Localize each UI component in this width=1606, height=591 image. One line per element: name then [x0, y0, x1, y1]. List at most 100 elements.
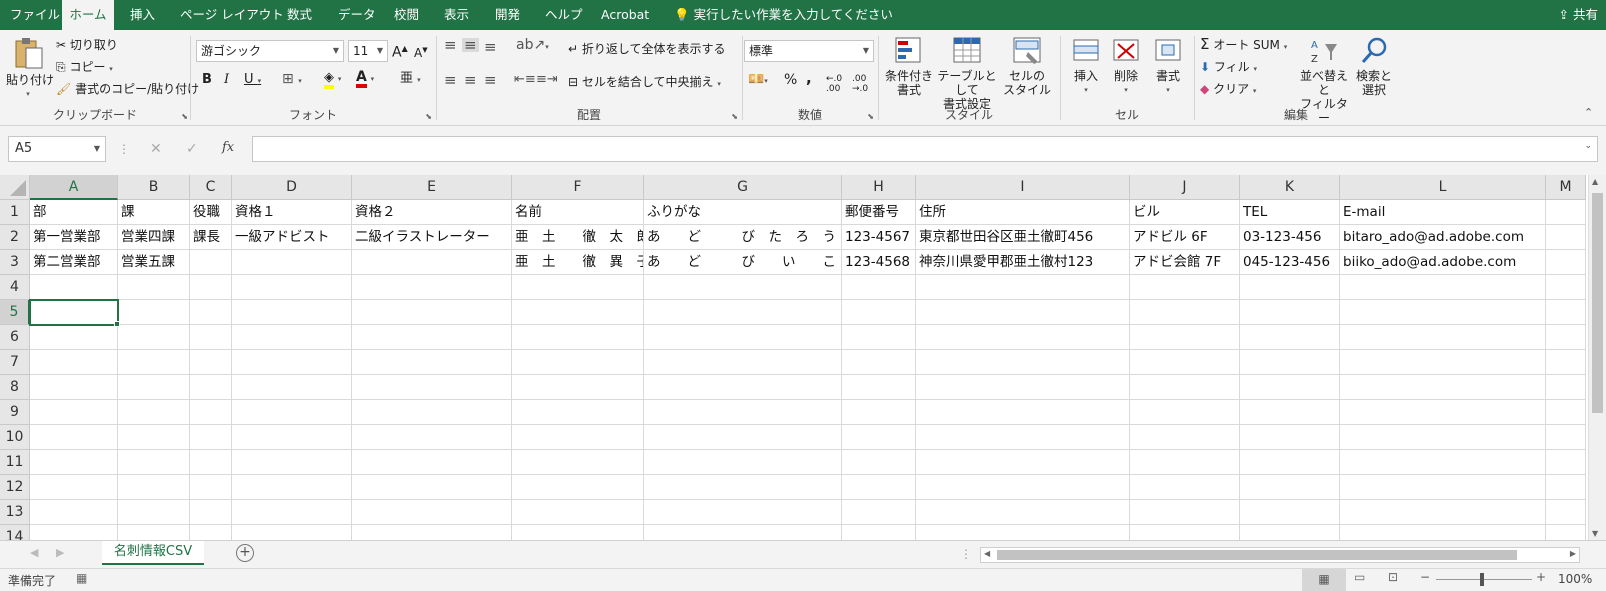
- collapse-ribbon-icon[interactable]: ⌃: [1584, 106, 1593, 120]
- cell-f2[interactable]: 亜 土 徹 太 郎: [512, 225, 644, 250]
- cell-j7[interactable]: [1130, 350, 1240, 375]
- cell-h3[interactable]: 123-4568: [842, 250, 916, 275]
- cell-m6[interactable]: [1546, 325, 1586, 350]
- cell-a10[interactable]: [30, 425, 118, 450]
- cell-e11[interactable]: [352, 450, 512, 475]
- cell-h9[interactable]: [842, 400, 916, 425]
- formula-bar-resize-handle[interactable]: ⋮: [118, 142, 130, 156]
- column-header-a[interactable]: A: [30, 175, 118, 200]
- cell-d4[interactable]: [232, 275, 352, 300]
- cell-a2[interactable]: 第一営業部: [30, 225, 118, 250]
- align-middle-button[interactable]: ≡: [462, 38, 479, 53]
- cell-a9[interactable]: [30, 400, 118, 425]
- format-cells-button[interactable]: 書式 ▾: [1150, 36, 1186, 97]
- cell-c6[interactable]: [190, 325, 232, 350]
- cell-c11[interactable]: [190, 450, 232, 475]
- cell-b1[interactable]: 課: [118, 200, 190, 225]
- insert-function-button[interactable]: fx: [222, 140, 234, 155]
- cell-a12[interactable]: [30, 475, 118, 500]
- cell-j10[interactable]: [1130, 425, 1240, 450]
- cell-l11[interactable]: [1340, 450, 1546, 475]
- cell-h10[interactable]: [842, 425, 916, 450]
- clear-button[interactable]: ◆ クリア ▾: [1200, 82, 1256, 98]
- vertical-scrollbar[interactable]: ▲ ▼: [1588, 175, 1606, 540]
- dialog-launcher-icon[interactable]: ⬊: [731, 112, 738, 121]
- cell-f9[interactable]: [512, 400, 644, 425]
- cell-m3[interactable]: [1546, 250, 1586, 275]
- cell-k10[interactable]: [1240, 425, 1340, 450]
- italic-button[interactable]: I: [224, 73, 229, 87]
- cell-m4[interactable]: [1546, 275, 1586, 300]
- cell-h1[interactable]: 郵便番号: [842, 200, 916, 225]
- cell-m11[interactable]: [1546, 450, 1586, 475]
- cell-j11[interactable]: [1130, 450, 1240, 475]
- cell-b13[interactable]: [118, 500, 190, 525]
- fill-handle[interactable]: [114, 321, 120, 327]
- cell-j8[interactable]: [1130, 375, 1240, 400]
- cell-l5[interactable]: [1340, 300, 1546, 325]
- cell-m10[interactable]: [1546, 425, 1586, 450]
- cell-c12[interactable]: [190, 475, 232, 500]
- cell-c4[interactable]: [190, 275, 232, 300]
- increase-decimal-button[interactable]: ←.0.00: [826, 74, 842, 94]
- cell-a14[interactable]: [30, 525, 118, 540]
- cell-c13[interactable]: [190, 500, 232, 525]
- zoom-slider[interactable]: [1436, 579, 1532, 580]
- column-header-l[interactable]: L: [1340, 175, 1546, 200]
- dialog-launcher-icon[interactable]: ⬊: [867, 112, 874, 121]
- next-sheet-icon[interactable]: ▶: [56, 546, 64, 559]
- scroll-down-icon[interactable]: ▼: [1592, 529, 1598, 538]
- tell-me-search[interactable]: 💡 実行したい作業を入力してください: [674, 0, 893, 30]
- cell-l12[interactable]: [1340, 475, 1546, 500]
- cell-f4[interactable]: [512, 275, 644, 300]
- format-as-table-button[interactable]: テーブルとして 書式設定: [936, 36, 998, 111]
- cell-d10[interactable]: [232, 425, 352, 450]
- comma-button[interactable]: ,: [806, 71, 812, 86]
- cell-b8[interactable]: [118, 375, 190, 400]
- column-header-c[interactable]: C: [190, 175, 232, 200]
- cell-i7[interactable]: [916, 350, 1130, 375]
- cell-l13[interactable]: [1340, 500, 1546, 525]
- row-header-1[interactable]: 1: [0, 200, 30, 225]
- cell-a8[interactable]: [30, 375, 118, 400]
- row-header-9[interactable]: 9: [0, 400, 30, 425]
- cell-g10[interactable]: [644, 425, 842, 450]
- page-layout-view-icon[interactable]: ▭: [1354, 570, 1365, 584]
- cell-k8[interactable]: [1240, 375, 1340, 400]
- cell-g11[interactable]: [644, 450, 842, 475]
- cell-d7[interactable]: [232, 350, 352, 375]
- cell-g9[interactable]: [644, 400, 842, 425]
- macro-record-icon[interactable]: ▦: [76, 571, 87, 585]
- cell-h13[interactable]: [842, 500, 916, 525]
- cell-l1[interactable]: E-mail: [1340, 200, 1546, 225]
- cell-h8[interactable]: [842, 375, 916, 400]
- cell-m12[interactable]: [1546, 475, 1586, 500]
- expand-formula-icon[interactable]: ⌄: [1584, 141, 1592, 151]
- cell-i11[interactable]: [916, 450, 1130, 475]
- cell-m14[interactable]: [1546, 525, 1586, 540]
- cell-b11[interactable]: [118, 450, 190, 475]
- cell-c2[interactable]: 課長: [190, 225, 232, 250]
- decrease-indent-button[interactable]: ⇤≡: [514, 73, 536, 87]
- cell-e7[interactable]: [352, 350, 512, 375]
- cell-m2[interactable]: [1546, 225, 1586, 250]
- cell-b6[interactable]: [118, 325, 190, 350]
- cell-h7[interactable]: [842, 350, 916, 375]
- cell-c14[interactable]: [190, 525, 232, 540]
- align-right-button[interactable]: ≡: [484, 73, 497, 88]
- normal-view-icon[interactable]: ▦: [1302, 569, 1346, 591]
- cell-i2[interactable]: 東京都世田谷区亜土徹町456: [916, 225, 1130, 250]
- column-header-j[interactable]: J: [1130, 175, 1240, 200]
- tab-insert[interactable]: 挿入: [130, 0, 155, 30]
- cell-d5[interactable]: [232, 300, 352, 325]
- column-header-b[interactable]: B: [118, 175, 190, 200]
- column-header-e[interactable]: E: [352, 175, 512, 200]
- underline-button[interactable]: U ▾: [244, 73, 261, 88]
- formula-input[interactable]: ⌄: [252, 136, 1598, 162]
- prev-sheet-icon[interactable]: ◀: [30, 546, 38, 559]
- font-color-button[interactable]: A ▾: [356, 70, 374, 88]
- cell-b9[interactable]: [118, 400, 190, 425]
- cell-f6[interactable]: [512, 325, 644, 350]
- cell-f10[interactable]: [512, 425, 644, 450]
- row-header-2[interactable]: 2: [0, 225, 30, 250]
